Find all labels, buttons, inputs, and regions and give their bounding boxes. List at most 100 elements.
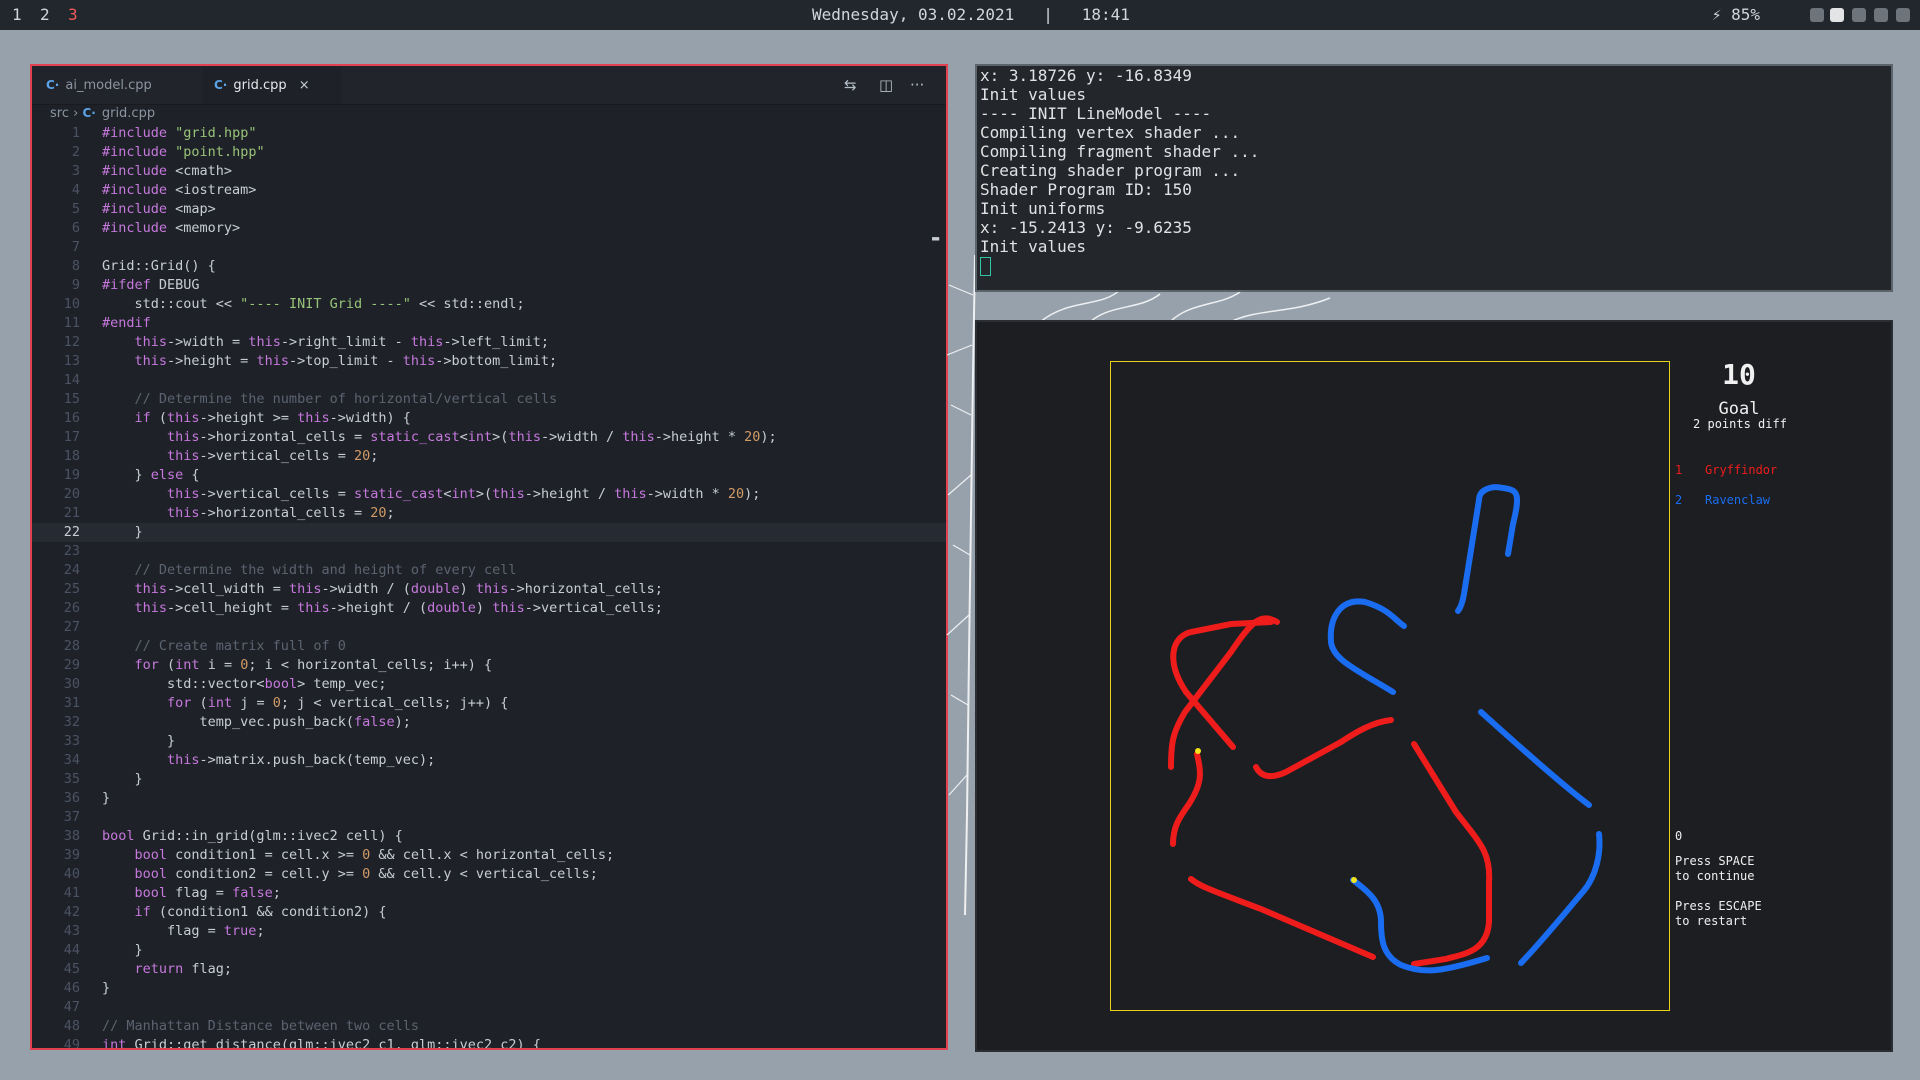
code-line[interactable]: 39 bool condition1 = cell.x >= 0 && cell… [32, 846, 946, 865]
line-number: 7 [71, 239, 80, 255]
code-line[interactable]: 45 return flag; [32, 960, 946, 979]
code-line[interactable]: 9 #ifdef DEBUG [32, 276, 946, 295]
workspace-1[interactable]: 1 [12, 5, 22, 24]
terminal-cursor [980, 257, 991, 276]
code-text: bool Grid::in_grid(glm::ivec2 cell) { [102, 828, 403, 844]
battery-percent: 85% [1731, 5, 1760, 24]
breadcrumb: src › C· grid.cpp [50, 106, 155, 121]
code-line[interactable]: 41 bool flag = false; [32, 884, 946, 903]
terminal-line: Init uniforms [980, 199, 1106, 218]
line-number: 23 [63, 543, 80, 559]
line-number: 20 [63, 486, 80, 502]
terminal-window[interactable]: x: 3.18726 y: -16.8349 Init values ---- IN… [975, 64, 1893, 292]
code-area[interactable]: 1 #include "grid.hpp" 2 #include "point.hpp… [32, 124, 946, 1048]
line-number: 47 [63, 999, 80, 1015]
code-line[interactable]: 31 for (int j = 0; j < vertical_cells; j… [32, 694, 946, 713]
more-actions-icon[interactable]: ··· [910, 76, 924, 94]
snake-head-marker [1195, 748, 1201, 754]
code-line[interactable]: 5 #include <map> [32, 200, 946, 219]
code-line[interactable]: 33 } [32, 732, 946, 751]
code-text: } [102, 524, 143, 540]
code-line[interactable]: 30 std::vector<bool> temp_vec; [32, 675, 946, 694]
code-line[interactable]: 8 Grid::Grid() { [32, 257, 946, 276]
code-line[interactable]: 22 } [32, 523, 946, 542]
vpn-icon[interactable] [1874, 8, 1888, 22]
code-text: } [102, 942, 143, 958]
code-line[interactable]: 18 this->vertical_cells = 20; [32, 447, 946, 466]
line-number: 41 [63, 885, 80, 901]
code-line[interactable]: 44 } [32, 941, 946, 960]
compare-changes-icon[interactable]: ⇆ [844, 76, 857, 94]
code-line[interactable]: 43 flag = true; [32, 922, 946, 941]
code-line[interactable]: 27 [32, 618, 946, 637]
editor-tab-bar: C· ai_model.cpp C· grid.cpp × ⇆ ◫ ··· [32, 66, 946, 105]
code-line[interactable]: 32 temp_vec.push_back(false); [32, 713, 946, 732]
code-line[interactable]: 48 // Manhattan Distance between two cell… [32, 1017, 946, 1036]
line-number: 4 [71, 182, 80, 198]
code-line[interactable]: 24 // Determine the width and height of … [32, 561, 946, 580]
code-line[interactable]: 38 bool Grid::in_grid(glm::ivec2 cell) { [32, 827, 946, 846]
code-line[interactable]: 16 if (this->height >= this->width) { [32, 409, 946, 428]
tab-grid-cpp[interactable]: C· grid.cpp × [202, 66, 342, 104]
code-line[interactable]: 23 [32, 542, 946, 561]
code-line[interactable]: 21 this->horizontal_cells = 20; [32, 504, 946, 523]
breadcrumb-file[interactable]: grid.cpp [102, 106, 155, 121]
wifi-icon[interactable] [1852, 8, 1866, 22]
code-line[interactable]: 49 int Grid::get_distance(glm::ivec2 c1, … [32, 1036, 946, 1048]
code-line[interactable]: 1 #include "grid.hpp" [32, 124, 946, 143]
pen-icon[interactable] [1896, 8, 1910, 22]
code-line[interactable]: 25 this->cell_width = this->width / (dou… [32, 580, 946, 599]
snake-game-window[interactable]: 10 Goal 2 points diff 1 Gryffindor 2 Raven… [975, 320, 1893, 1052]
code-line[interactable]: 26 this->cell_height = this->height / (d… [32, 599, 946, 618]
code-line[interactable]: 40 bool condition2 = cell.y >= 0 && cell… [32, 865, 946, 884]
code-line[interactable]: 29 for (int i = 0; i < horizontal_cells;… [32, 656, 946, 675]
top-status-bar: 1 2 3 Wednesday, 03.02.2021 | 18:41 ⚡ 85… [0, 0, 1920, 30]
terminal-line: Compiling vertex shader ... [980, 123, 1241, 142]
code-line[interactable]: 11 #endif [32, 314, 946, 333]
code-line[interactable]: 47 [32, 998, 946, 1017]
code-line[interactable]: 13 this->height = this->top_limit - this… [32, 352, 946, 371]
shield-icon[interactable] [1810, 8, 1824, 22]
close-icon[interactable]: × [299, 78, 310, 93]
line-number: 28 [63, 638, 80, 654]
workspace-3[interactable]: 3 [68, 5, 78, 24]
scroll-marker[interactable]: ▬ [932, 231, 946, 245]
code-line[interactable]: 37 [32, 808, 946, 827]
code-line[interactable]: 20 this->vertical_cells = static_cast<in… [32, 485, 946, 504]
blue-snake-segment [1455, 484, 1521, 614]
code-line[interactable]: 17 this->horizontal_cells = static_cast<… [32, 428, 946, 447]
workspace-2[interactable]: 2 [40, 5, 50, 24]
team-name: Ravenclaw [1705, 493, 1771, 507]
code-line[interactable]: 3 #include <cmath> [32, 162, 946, 181]
code-text: #ifdef DEBUG [102, 277, 200, 293]
line-number: 11 [63, 315, 80, 331]
blue-snake-segment [1518, 831, 1603, 966]
split-editor-icon[interactable]: ◫ [879, 76, 893, 94]
code-line[interactable]: 14 [32, 371, 946, 390]
code-line[interactable]: 4 #include <iostream> [32, 181, 946, 200]
wallpaper-tree-top [1039, 289, 1331, 322]
code-line[interactable]: 6 #include <memory> [32, 219, 946, 238]
code-line[interactable]: 36} [32, 789, 946, 808]
line-number: 37 [63, 809, 80, 825]
code-line[interactable]: 19 } else { [32, 466, 946, 485]
terminal-prompt[interactable] [977, 256, 1891, 276]
code-line[interactable]: 35 } [32, 770, 946, 789]
code-line[interactable]: 7 [32, 238, 946, 257]
line-number: 16 [63, 410, 80, 426]
code-line[interactable]: 10 std::cout << "---- INIT Grid ----" <<… [32, 295, 946, 314]
line-number: 14 [63, 372, 80, 388]
tab-ai-model-cpp[interactable]: C· ai_model.cpp [46, 66, 196, 104]
clock-separator: | [1043, 5, 1053, 24]
code-line[interactable]: 34 this->matrix.push_back(temp_vec); [32, 751, 946, 770]
code-line[interactable]: 2 #include "point.hpp" [32, 143, 946, 162]
breadcrumb-folder[interactable]: src [50, 106, 69, 121]
speaker-muted-icon[interactable] [1830, 8, 1844, 22]
code-text: if (condition1 && condition2) { [134, 904, 387, 920]
code-line[interactable]: 42 if (condition1 && condition2) { [32, 903, 946, 922]
score-value: 10 [1722, 358, 1756, 391]
code-line[interactable]: 12 this->width = this->right_limit - thi… [32, 333, 946, 352]
code-line[interactable]: 46} [32, 979, 946, 998]
code-line[interactable]: 15 // Determine the number of horizontal… [32, 390, 946, 409]
code-line[interactable]: 28 // Create matrix full of 0 [32, 637, 946, 656]
